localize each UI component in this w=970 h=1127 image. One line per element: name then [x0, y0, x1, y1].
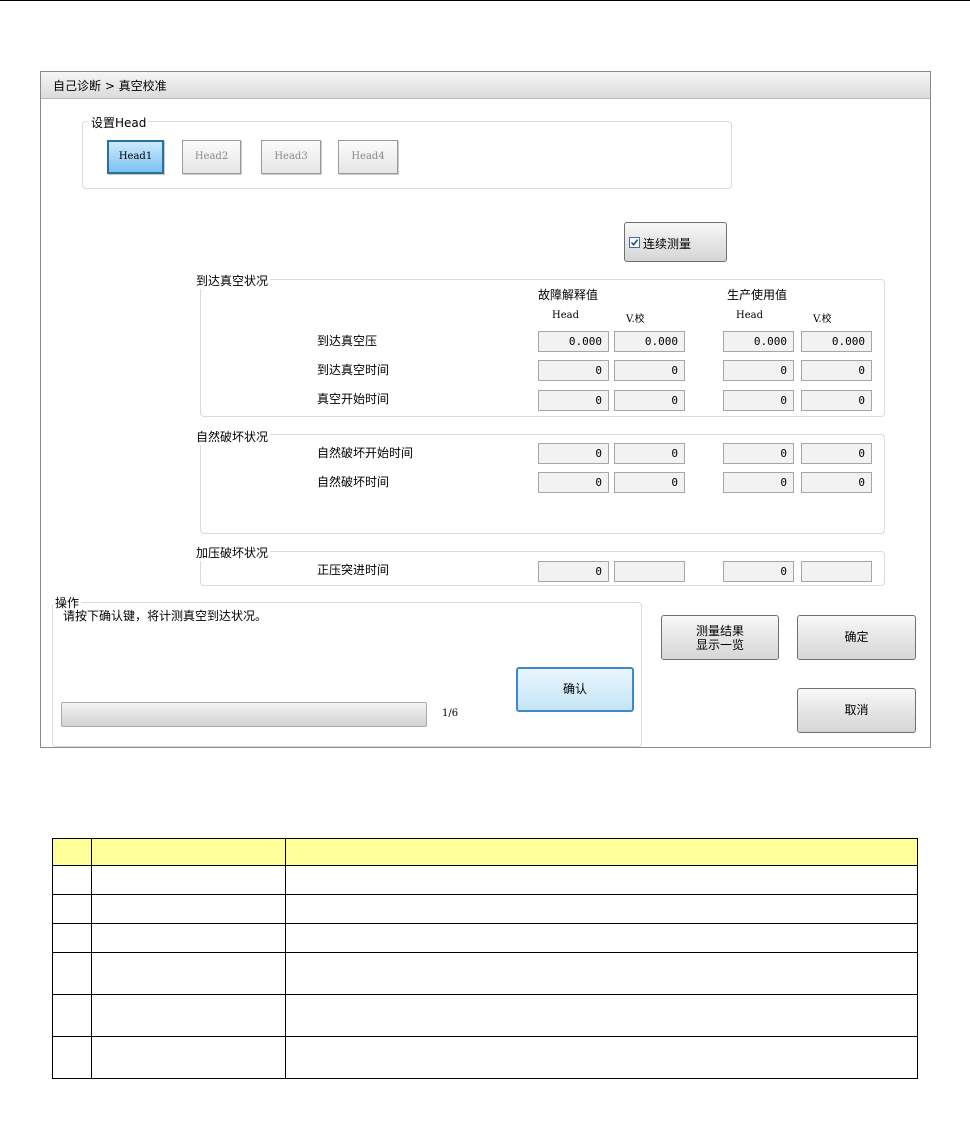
positive-pressure-fault-v: [614, 561, 685, 582]
table-cell: [91, 1036, 286, 1079]
cancel-button-label: 取消: [844, 703, 869, 717]
table-cell: [285, 923, 918, 953]
reach-time-fault-head: 0: [538, 360, 609, 381]
table-cell: [285, 1036, 918, 1079]
table-cell: [91, 994, 286, 1037]
vacuum-start-fault-v: 0: [614, 390, 685, 411]
production-v-subheader: V.校: [813, 314, 832, 325]
positive-pressure-fault-head: 0: [538, 561, 609, 582]
reach-vacuum-label: 到达真空状况: [194, 272, 271, 289]
fault-v-subheader: V.校: [626, 314, 645, 325]
head1-button[interactable]: Head1: [107, 140, 164, 174]
ok-button[interactable]: 确定: [797, 615, 916, 660]
table-cell: [52, 894, 92, 924]
continuous-measure-label: 连续测量: [643, 237, 692, 251]
cancel-button[interactable]: 取消: [797, 688, 916, 733]
positive-pressure-prod-v: [801, 561, 872, 582]
head4-button[interactable]: Head4: [338, 140, 398, 174]
table-cell: [285, 865, 918, 895]
table-row: [52, 952, 918, 995]
table-cell: [285, 952, 918, 995]
production-value-header: 生产使用值: [727, 288, 788, 302]
natural-break-time-prod-head: 0: [723, 472, 794, 493]
table-row: [52, 865, 918, 895]
natural-break-time-label: 自然破坏时间: [317, 475, 390, 489]
vacuum-start-fault-head: 0: [538, 390, 609, 411]
production-head-subheader: Head: [736, 310, 764, 321]
fault-value-header: 故障解释值: [538, 288, 599, 302]
reach-pressure-fault-head: 0.000: [538, 331, 609, 352]
reach-time-fault-v: 0: [614, 360, 685, 381]
reach-time-label: 到达真空时间: [317, 363, 390, 377]
table-cell: [91, 952, 286, 995]
natural-break-start-fault-v: 0: [614, 443, 685, 464]
natural-break-start-fault-head: 0: [538, 443, 609, 464]
fault-head-subheader: Head: [552, 310, 580, 321]
reach-pressure-prod-v: 0.000: [801, 331, 872, 352]
natural-break-start-prod-head: 0: [723, 443, 794, 464]
table-header-cell: [285, 838, 918, 866]
natural-break-time-fault-v: 0: [614, 472, 685, 493]
natural-break-time-fault-head: 0: [538, 472, 609, 493]
operation-message: 请按下确认键，将计测真空到达状况。: [63, 609, 268, 623]
reach-pressure-prod-head: 0.000: [723, 331, 794, 352]
vacuum-start-label: 真空开始时间: [317, 392, 390, 406]
vacuum-start-prod-v: 0: [801, 390, 872, 411]
window-client-area: 设置Head Head1 Head2 Head3 Head4 连续测量 到达真空…: [41, 99, 930, 747]
ok-button-label: 确定: [844, 630, 869, 644]
results-list-line1: 测量结果: [695, 624, 744, 638]
table-cell: [52, 994, 92, 1037]
description-table-header: [52, 838, 918, 866]
table-cell: [52, 1036, 92, 1079]
page-top-rule: [0, 0, 970, 1]
head2-button[interactable]: Head2: [182, 140, 241, 174]
table-cell: [91, 865, 286, 895]
pressure-break-label: 加压破坏状况: [194, 544, 271, 561]
table-header-cell: [91, 838, 286, 866]
progress-bar: [61, 702, 427, 727]
table-row: [52, 894, 918, 924]
table-header-cell: [52, 838, 92, 866]
head-select-group: [82, 121, 732, 189]
vacuum-start-prod-head: 0: [723, 390, 794, 411]
table-row: [52, 1036, 918, 1079]
table-cell: [285, 894, 918, 924]
head-select-group-label: 设置Head: [89, 114, 149, 131]
natural-break-label: 自然破坏状况: [194, 428, 271, 445]
results-list-button[interactable]: 测量结果 显示一览: [661, 615, 779, 660]
table-row: [52, 994, 918, 1037]
confirm-button-label: 确认: [562, 682, 587, 696]
progress-text: 1/6: [442, 708, 459, 719]
head3-button[interactable]: Head3: [261, 140, 321, 174]
vacuum-calibration-window: 自己诊断 > 真空校准 设置Head Head1 Head2 Head3 Hea…: [40, 71, 931, 748]
reach-pressure-fault-v: 0.000: [614, 331, 685, 352]
table-cell: [91, 923, 286, 953]
positive-pressure-prod-head: 0: [723, 561, 794, 582]
window-title-bar: 自己诊断 > 真空校准: [41, 72, 930, 99]
reach-time-prod-head: 0: [723, 360, 794, 381]
results-list-line2: 显示一览: [695, 638, 744, 652]
table-cell: [91, 894, 286, 924]
description-table: [52, 838, 918, 1079]
table-cell: [52, 923, 92, 953]
natural-break-start-label: 自然破坏开始时间: [317, 446, 414, 460]
positive-pressure-time-label: 正压突进时间: [317, 563, 390, 577]
reach-time-prod-v: 0: [801, 360, 872, 381]
natural-break-time-prod-v: 0: [801, 472, 872, 493]
checkbox-checked-icon[interactable]: [629, 237, 640, 248]
reach-pressure-label: 到达真空压: [317, 334, 378, 348]
table-row: [52, 923, 918, 953]
continuous-measure-toggle[interactable]: 连续测量: [624, 222, 727, 262]
natural-break-start-prod-v: 0: [801, 443, 872, 464]
window-title: 自己诊断 > 真空校准: [53, 79, 167, 93]
confirm-button[interactable]: 确认: [516, 667, 634, 712]
table-cell: [285, 994, 918, 1037]
table-cell: [52, 865, 92, 895]
table-cell: [52, 952, 92, 995]
